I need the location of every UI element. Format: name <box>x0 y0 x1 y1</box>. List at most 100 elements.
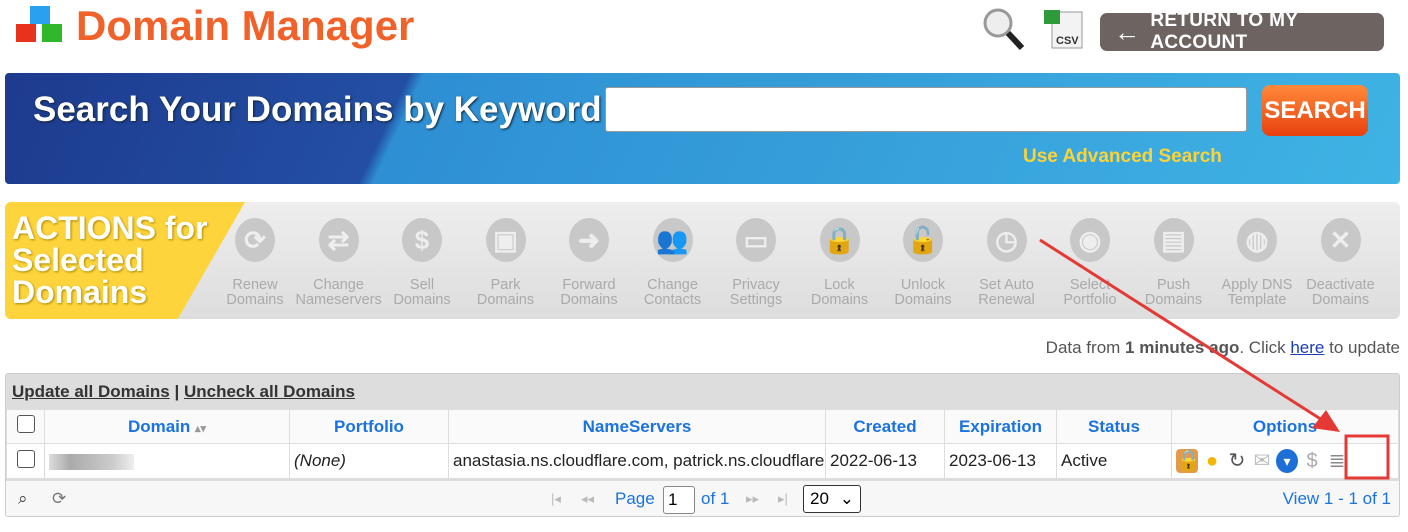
column-portfolio[interactable]: Portfolio <box>289 409 449 444</box>
action-label: Domains <box>393 292 451 308</box>
banner-title: Search Your Domains by Keyword <box>33 90 602 129</box>
portfolio-disc-icon: ◉ <box>1070 218 1110 262</box>
unlock-icon: 🔓 <box>903 218 943 262</box>
portfolio-cell: (None) <box>289 443 449 479</box>
action-set-auto-renewal[interactable]: ◷ Set Auto Renewal <box>964 218 1050 308</box>
column-created[interactable]: Created <box>825 409 945 444</box>
column-nameservers[interactable]: NameServers <box>448 409 826 444</box>
update-here-link[interactable]: here <box>1290 338 1324 357</box>
action-label: Portfolio <box>1063 292 1117 308</box>
action-forward-domains[interactable]: ➜ Forward Domains <box>546 218 632 308</box>
action-label: Deactivate <box>1306 277 1375 293</box>
action-apply-dns-template[interactable]: ◍ Apply DNS Template <box>1214 218 1300 308</box>
data-freshness-status: Data from 1 minutes ago. Click here to u… <box>1046 338 1400 358</box>
refresh-icon[interactable]: ⟳ <box>52 489 66 509</box>
csv-label: CSV <box>1056 35 1079 47</box>
push-servers-icon: ▤ <box>1153 218 1194 262</box>
action-label: Forward <box>562 277 616 293</box>
update-all-domains-link[interactable]: Update all Domains <box>12 382 170 401</box>
uncheck-all-domains-link[interactable]: Uncheck all Domains <box>184 382 355 401</box>
column-options: Options <box>1171 409 1399 444</box>
keyword-search-input[interactable] <box>605 87 1247 132</box>
logo-cubes-icon <box>12 4 68 46</box>
column-domain[interactable]: Domain ▴▾ <box>44 409 290 444</box>
action-label: Domains <box>1144 292 1203 308</box>
options-cell: 🔒 ● ↻ ✉ ▾ $ ≣ <box>1171 443 1399 479</box>
email-icon[interactable]: ✉ <box>1251 449 1273 473</box>
blurred-domain-name[interactable] <box>49 453 134 470</box>
chevron-down-icon: ⌄ <box>839 489 854 508</box>
deactivate-x-icon: ✕ <box>1320 218 1361 262</box>
last-page-icon[interactable]: ▸| <box>778 491 788 507</box>
prev-page-icon[interactable]: ◂◂ <box>581 491 594 507</box>
row-checkbox[interactable] <box>16 449 35 468</box>
action-push-domains[interactable]: ▤ Push Domains <box>1131 218 1217 308</box>
action-label: Set Auto <box>979 277 1034 293</box>
action-label: Contacts <box>643 292 702 308</box>
table-row: (None) anastasia.ns.cloudflare.com, patr… <box>6 443 1399 479</box>
table-pager: ⌕ ⟳ |◂ ◂◂ Page of 1 ▸▸ ▸| 20 ⌄ View 1 - 1… <box>6 479 1399 516</box>
action-label: Sell <box>409 277 435 293</box>
page-size-select[interactable]: 20 ⌄ <box>803 485 861 513</box>
action-label: Renew <box>232 277 278 293</box>
return-to-account-button[interactable]: ← RETURN TO MY ACCOUNT <box>1100 10 1384 53</box>
globe-icon[interactable]: ▾ <box>1276 449 1298 473</box>
actions-title: ACTIONS for Selected Domains <box>12 212 208 308</box>
advanced-search-link[interactable]: Use Advanced Search <box>1023 146 1222 168</box>
action-unlock-domains[interactable]: 🔓 Unlock Domains <box>880 218 966 308</box>
status-text: . Click <box>1239 338 1291 357</box>
database-icon[interactable]: ≣ <box>1326 449 1348 473</box>
dollar-icon[interactable]: $ <box>1301 449 1323 473</box>
action-deactivate-domains[interactable]: ✕ Deactivate Domains <box>1298 218 1384 308</box>
action-label: Apply DNS <box>1221 277 1293 293</box>
actions-bar: ACTIONS for Selected Domains ⟳ Renew Domains… <box>5 202 1400 319</box>
status-cell: Active <box>1056 443 1172 479</box>
action-label: Change <box>647 277 698 293</box>
redirect-icon[interactable]: ↻ <box>1226 449 1248 473</box>
action-renew-domains[interactable]: ⟳ Renew Domains <box>212 218 298 308</box>
search-table-icon[interactable]: ⌕ <box>18 489 28 509</box>
action-label: Unlock <box>900 277 946 293</box>
action-label: Nameservers <box>295 292 382 308</box>
table-header-row: Domain ▴▾ Portfolio NameServers Created … <box>6 409 1399 444</box>
page-number-input[interactable] <box>663 486 695 514</box>
column-status[interactable]: Status <box>1056 409 1172 444</box>
sort-icon[interactable]: ▴▾ <box>195 423 206 435</box>
lock-icon[interactable]: 🔒 <box>1176 449 1201 473</box>
left-arrow-icon: ← <box>1114 16 1141 47</box>
domain-cell[interactable] <box>44 443 290 479</box>
clock-icon: ◷ <box>986 218 1027 262</box>
csv-export-icon[interactable]: CSV <box>1042 8 1084 50</box>
action-label: Park <box>490 277 521 293</box>
first-page-icon[interactable]: |◂ <box>551 491 561 507</box>
truck-icon: ▣ <box>485 218 526 262</box>
return-label: RETURN TO MY ACCOUNT <box>1150 10 1298 53</box>
action-select-portfolio[interactable]: ◉ Select Portfolio <box>1047 218 1133 308</box>
search-magnifier-icon[interactable] <box>980 6 1026 52</box>
column-expiration[interactable]: Expiration <box>944 409 1057 444</box>
action-label: Template <box>1227 292 1287 308</box>
action-privacy-settings[interactable]: ▭ Privacy Settings <box>713 218 799 308</box>
forward-arrow-icon: ➜ <box>569 218 609 262</box>
page-size-value: 20 <box>810 489 829 508</box>
actions-title-line: Selected <box>12 242 144 278</box>
table-toolbar: Update all Domains | Uncheck all Domains <box>6 374 1399 409</box>
search-button[interactable]: SEARCH <box>1262 85 1368 136</box>
dns-template-icon: ◍ <box>1237 218 1277 262</box>
status-age: 1 minutes ago <box>1125 338 1240 357</box>
select-all-checkbox[interactable] <box>16 415 35 433</box>
action-label: Domains <box>226 292 284 308</box>
action-sell-domains[interactable]: $ Sell Domains <box>379 218 465 308</box>
action-change-contacts[interactable]: 👥 Change Contacts <box>630 218 716 308</box>
next-page-icon[interactable]: ▸▸ <box>746 491 759 507</box>
action-change-nameservers[interactable]: ⇄ Change Nameservers <box>296 218 382 308</box>
action-label: Domains <box>476 292 535 308</box>
action-label: Change <box>313 277 364 293</box>
expiration-cell: 2023-06-13 <box>944 443 1057 479</box>
lock-icon: 🔒 <box>819 218 860 262</box>
action-label: Select <box>1069 277 1111 293</box>
actions-title-line: ACTIONS for <box>12 210 208 246</box>
contact-person-icon[interactable]: ● <box>1201 449 1223 473</box>
action-lock-domains[interactable]: 🔒 Lock Domains <box>797 218 883 308</box>
action-park-domains[interactable]: ▣ Park Domains <box>463 218 549 308</box>
